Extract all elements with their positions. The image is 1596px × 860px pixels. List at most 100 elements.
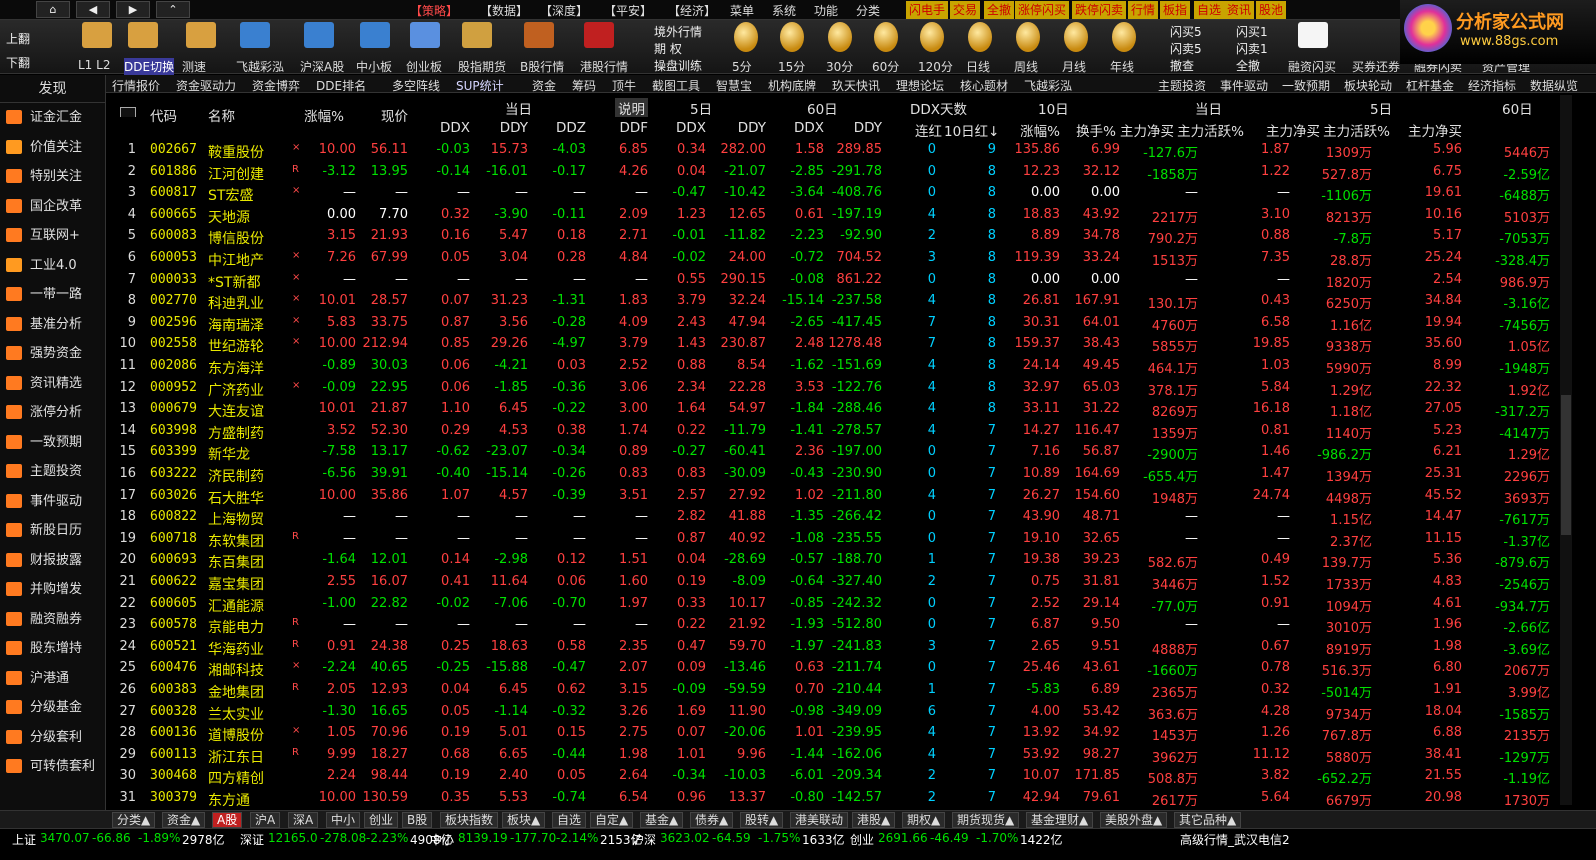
stock-code[interactable]: 600136: [150, 725, 197, 740]
col-pct[interactable]: 涨幅%: [300, 105, 344, 125]
period-label-5[interactable]: 日线: [966, 58, 990, 75]
buy-icon[interactable]: [1298, 22, 1328, 48]
tab-10[interactable]: 智慧宝: [716, 77, 752, 94]
nav-button-2[interactable]: ▶: [116, 1, 150, 18]
stock-name[interactable]: 石大胜华: [208, 488, 264, 508]
sidebar-item-0[interactable]: 证金汇金: [0, 103, 105, 133]
tab-12[interactable]: 玖天快讯: [832, 77, 880, 94]
market-tab-10[interactable]: 自选: [552, 812, 587, 828]
sidebar-item-5[interactable]: 工业4.0: [0, 251, 105, 281]
stock-code[interactable]: 600383: [150, 682, 197, 697]
stock-name[interactable]: 鞍重股份: [208, 142, 264, 162]
col-19[interactable]: 主力活跃%: [1322, 120, 1390, 140]
col-20[interactable]: 主力净买: [1392, 120, 1462, 140]
market-tab-3[interactable]: 沪A: [250, 812, 281, 828]
stock-name[interactable]: 广济药业: [208, 380, 264, 400]
table-row[interactable]: 4 600665 天地源 0.00 7.70 0.32 -3.90 -0.11 2.09 1.23…: [110, 204, 1560, 226]
tab-right-3[interactable]: 板块轮动: [1344, 77, 1392, 94]
table-row[interactable]: 18 600822 上海物贸 — — — — — — 2.82 41.88 -1.35 -266.42 0…: [110, 506, 1560, 528]
stock-name[interactable]: 博信股份: [208, 228, 264, 248]
sidebar-item-13[interactable]: 事件驱动: [0, 487, 105, 517]
table-row[interactable]: 19 600718 东软集团 R — — — — — —0.87 40.92 -1.08 -235.55…: [110, 528, 1560, 550]
stock-code[interactable]: 603998: [150, 423, 197, 438]
stock-name[interactable]: 湘邮科技: [208, 660, 264, 680]
toolbar-icon-8[interactable]: [524, 22, 554, 48]
table-row[interactable]: 29 600113 浙江东日 R 9.99 18.27 0.68 6.65 -0.44 1.98 1…: [110, 744, 1560, 766]
stock-code[interactable]: 300468: [150, 768, 197, 783]
toolbar-label-0[interactable]: L1 L2: [78, 58, 110, 72]
col-code[interactable]: 代码: [150, 105, 177, 125]
toolbar-label-7[interactable]: 股指期货: [458, 58, 506, 75]
stock-name[interactable]: 金地集团: [208, 682, 264, 702]
table-row[interactable]: 17 603026 石大胜华 10.00 35.86 1.07 4.57 -0.39 3.51 2…: [110, 485, 1560, 507]
right-tool-1[interactable]: 买券还券: [1352, 58, 1400, 75]
page-up-button[interactable]: 上翻: [6, 30, 30, 47]
stock-name[interactable]: 东方海洋: [208, 358, 264, 378]
period-label-7[interactable]: 月线: [1062, 58, 1086, 75]
market-tab-17[interactable]: 期权▲: [902, 812, 946, 828]
tab-3[interactable]: DDE排名: [316, 77, 366, 94]
stock-name[interactable]: 新华龙: [208, 444, 250, 464]
tab-11[interactable]: 机构底牌: [768, 77, 816, 94]
market-tab-8[interactable]: 板块指数: [440, 812, 499, 828]
col-8[interactable]: DDX: [650, 120, 706, 136]
sidebar-item-18[interactable]: 股东增持: [0, 634, 105, 664]
menu-3[interactable]: 【平安】: [604, 2, 652, 19]
flash-button-2[interactable]: 撤查: [1170, 57, 1194, 74]
sidebar-item-11[interactable]: 一致预期: [0, 428, 105, 458]
sidebar-item-12[interactable]: 主题投资: [0, 457, 105, 487]
market-tab-20[interactable]: 美股外盘▲: [1100, 812, 1168, 828]
stock-code[interactable]: 002086: [150, 358, 197, 373]
period-label-1[interactable]: 15分: [778, 58, 805, 75]
stock-code[interactable]: 603399: [150, 444, 197, 459]
stock-code[interactable]: 002667: [150, 142, 197, 157]
table-row[interactable]: 14 603998 方盛制药 3.52 52.30 0.29 4.53 0.38 1.74 0.2…: [110, 420, 1560, 442]
toolbar-icon-9[interactable]: [584, 22, 614, 48]
toolbar-icon-2[interactable]: [186, 22, 216, 48]
tab-4[interactable]: 多空阵线: [392, 77, 440, 94]
period-label-3[interactable]: 60分: [872, 58, 899, 75]
stock-name[interactable]: 嘉宝集团: [208, 574, 264, 594]
market-tab-0[interactable]: 分类▲: [112, 812, 156, 828]
market-tab-21[interactable]: 其它品种▲: [1174, 812, 1242, 828]
side-item-1[interactable]: 期 权: [654, 40, 682, 57]
market-tab-15[interactable]: 港美联动: [790, 812, 849, 828]
menu-4[interactable]: 【经济】: [668, 2, 716, 19]
col-13[interactable]: 10日红↓: [944, 120, 1000, 140]
toolbar-label-8[interactable]: B股行情: [520, 58, 564, 75]
table-row[interactable]: 1 002667 鞍重股份 × 10.00 56.11 -0.03 15.73 -4.03 6.8…: [110, 139, 1560, 161]
table-row[interactable]: 22 600605 汇通能源 -1.00 22.82 -0.02 -7.06 -0.70 1.9…: [110, 593, 1560, 615]
col-17[interactable]: 主力活跃%: [1176, 120, 1244, 140]
toolbar-icon-4[interactable]: [304, 22, 334, 48]
nav-button-3[interactable]: ⌃: [156, 1, 190, 18]
table-row[interactable]: 13 000679 大连友谊 10.01 21.87 1.10 6.45 -0.22 3.00 1…: [110, 398, 1560, 420]
stock-name[interactable]: 大连友谊: [208, 401, 264, 421]
table-row[interactable]: 10 002558 世纪游轮 × 10.00 212.94 0.85 29.26 -4.97 3.…: [110, 333, 1560, 355]
sidebar-item-14[interactable]: 新股日历: [0, 516, 105, 546]
tab-1[interactable]: 资金驱动力: [176, 77, 236, 94]
sidebar-item-17[interactable]: 融资融券: [0, 605, 105, 635]
stock-name[interactable]: 华海药业: [208, 639, 264, 659]
period-coin-6[interactable]: [1016, 22, 1040, 52]
stock-code[interactable]: 000033: [150, 272, 197, 287]
col-5[interactable]: DDY: [470, 120, 528, 136]
toolbar-label-6[interactable]: 创业板: [406, 58, 442, 75]
market-tab-16[interactable]: 港股▲: [852, 812, 896, 828]
flash-button-1[interactable]: 闪卖5: [1170, 40, 1202, 57]
market-tab-12[interactable]: 基金▲: [640, 812, 684, 828]
table-row[interactable]: 2 601886 江河创建 R -3.12 13.95 -0.14 -16.01 -0.17 4.…: [110, 161, 1560, 183]
tab-8[interactable]: 顶牛: [612, 77, 636, 94]
menu-8[interactable]: 分类: [856, 2, 880, 19]
quick-button-5[interactable]: 行情: [1128, 1, 1159, 19]
col-7[interactable]: DDF: [588, 120, 648, 136]
period-coin-5[interactable]: [968, 22, 992, 52]
quick-button-3[interactable]: 涨停闪买: [1015, 1, 1070, 19]
stock-code[interactable]: 600521: [150, 639, 197, 654]
menu-5[interactable]: 菜单: [730, 2, 754, 19]
stock-code[interactable]: 600053: [150, 250, 197, 265]
table-row[interactable]: 25 600476 湘邮科技 × -2.24 40.65 -0.25 -15.88 -0.47 2…: [110, 657, 1560, 679]
sidebar-item-6[interactable]: 一带一路: [0, 280, 105, 310]
table-row[interactable]: 31 300379 东方通 10.00 130.59 0.35 5.53 -0.74 6.54 0…: [110, 787, 1560, 809]
stock-name[interactable]: 东软集团: [208, 531, 264, 551]
stock-code[interactable]: 603222: [150, 466, 197, 481]
